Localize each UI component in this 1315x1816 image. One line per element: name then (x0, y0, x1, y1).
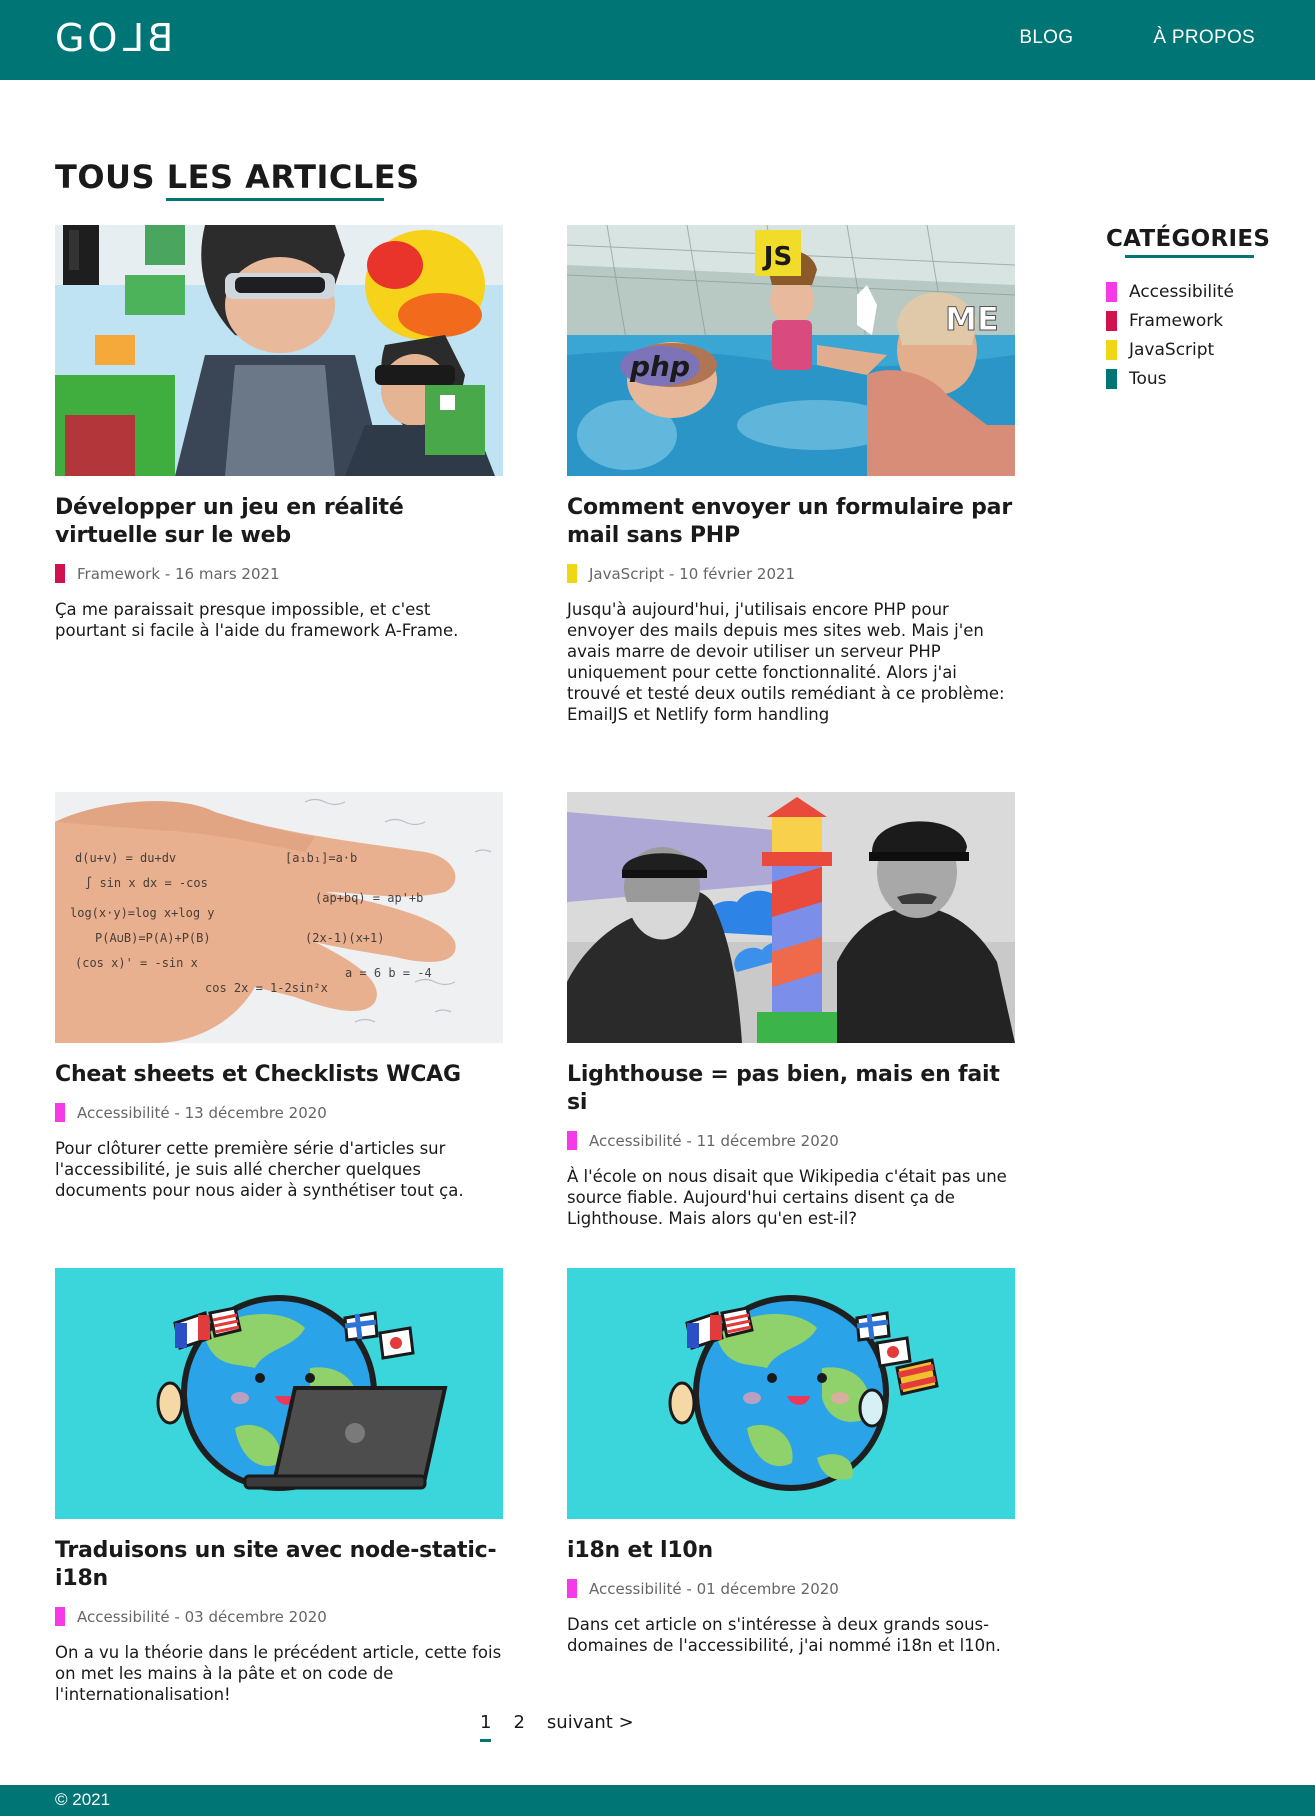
article-date: 03 décembre 2020 (184, 1607, 327, 1626)
category-label[interactable]: JavaScript (1129, 340, 1214, 360)
category-swatch (1106, 310, 1117, 331)
category-label[interactable]: Tous (1129, 369, 1167, 389)
article-date: 13 décembre 2020 (184, 1103, 327, 1122)
category-label[interactable]: Framework (1129, 311, 1223, 331)
article-card[interactable]: Lighthouse = pas bien, mais en fait si A… (567, 792, 1015, 1229)
globe-flags-image[interactable] (567, 1268, 1015, 1519)
article-meta: Accessibilité - 13 décembre 2020 (55, 1103, 503, 1122)
category-swatch (567, 1579, 577, 1598)
category-item-accessibilite[interactable]: Accessibilité (1106, 277, 1234, 306)
categories-title-underline (1125, 255, 1254, 258)
vr-headset-image[interactable] (55, 225, 503, 476)
category-swatch (567, 564, 577, 583)
article-excerpt: Dans cet article on s'intéresse à deux g… (567, 1615, 1001, 1655)
article-card[interactable]: i18n et l10n Accessibilité - 01 décembre… (567, 1268, 1015, 1656)
article-excerpt: Pour clôturer cette première série d'art… (55, 1139, 464, 1200)
article-date: 01 décembre 2020 (696, 1579, 839, 1598)
article-category: JavaScript (589, 564, 665, 583)
svg-text:cos 2x = 1-2sin²x: cos 2x = 1-2sin²x (205, 981, 328, 995)
article-excerpt: Ça me paraissait presque impossible, et … (55, 600, 459, 640)
category-swatch (55, 1103, 65, 1122)
page-1-link[interactable]: 1 (480, 1712, 492, 1742)
pagination: 1 2 suivant > (480, 1712, 634, 1742)
categories-title: CATÉGORIES (1106, 226, 1271, 252)
article-card[interactable]: php JS ME Comment envoyer un formulaire … (567, 225, 1015, 725)
copyright-text: © 2021 (55, 1790, 111, 1809)
article-category: Framework (77, 564, 161, 583)
article-meta: Accessibilité - 03 décembre 2020 (55, 1607, 503, 1626)
nav-blog-link[interactable]: BLOG (1019, 27, 1073, 49)
page-title-underline (166, 198, 384, 201)
site-footer: © 2021 (0, 1785, 1315, 1816)
svg-text:log(x·y)=log x+log y: log(x·y)=log x+log y (70, 906, 215, 920)
next-page-link[interactable]: suivant > (547, 1712, 634, 1742)
svg-text:a = 6 b = -4: a = 6 b = -4 (345, 966, 432, 980)
category-item-framework[interactable]: Framework (1106, 306, 1234, 335)
article-date: 11 décembre 2020 (696, 1131, 839, 1150)
article-title[interactable]: Développer un jeu en réalité virtuelle s… (55, 494, 503, 550)
category-item-javascript[interactable]: JavaScript (1106, 335, 1234, 364)
site-header: GO BL BLOG À PROPOS (0, 0, 1315, 80)
article-meta: Accessibilité - 11 décembre 2020 (567, 1131, 1015, 1150)
page-2-link[interactable]: 2 (513, 1712, 524, 1742)
pool-meme-image[interactable]: php JS ME (567, 225, 1015, 476)
svg-text:P(A∪B)=P(A)+P(B): P(A∪B)=P(A)+P(B) (95, 931, 211, 945)
nav-about-link[interactable]: À PROPOS (1153, 27, 1255, 49)
category-swatch (1106, 281, 1117, 302)
js-label: JS (762, 242, 792, 272)
article-card[interactable]: d(u+v) = du+dv ∫ sin x dx = -cos log(x·y… (55, 792, 503, 1201)
svg-text:[a₁b₁]=a·b: [a₁b₁]=a·b (285, 851, 357, 865)
article-category: Accessibilité (589, 1579, 682, 1598)
site-logo[interactable]: GO BL (55, 16, 174, 60)
category-swatch (1106, 368, 1117, 389)
article-title[interactable]: Lighthouse = pas bien, mais en fait si (567, 1061, 1015, 1117)
article-category: Accessibilité (77, 1103, 170, 1122)
hand-notes-image[interactable]: d(u+v) = du+dv ∫ sin x dx = -cos log(x·y… (55, 792, 503, 1043)
article-meta: JavaScript - 10 février 2021 (567, 564, 1015, 583)
svg-text:d(u+v) = du+dv: d(u+v) = du+dv (75, 851, 176, 865)
article-meta: Framework - 16 mars 2021 (55, 564, 503, 583)
category-swatch (55, 564, 65, 583)
article-title[interactable]: Traduisons un site avec node-static-i18n (55, 1537, 503, 1593)
category-swatch (567, 1131, 577, 1150)
page-title: TOUS LES ARTICLES (55, 158, 420, 196)
article-card[interactable]: Traduisons un site avec node-static-i18n… (55, 1268, 503, 1705)
article-category: Accessibilité (77, 1607, 170, 1626)
article-title[interactable]: Cheat sheets et Checklists WCAG (55, 1061, 503, 1089)
category-swatch (55, 1607, 65, 1626)
svg-text:(cos x)' = -sin x: (cos x)' = -sin x (75, 956, 198, 970)
lighthouse-image[interactable] (567, 792, 1015, 1043)
article-title[interactable]: i18n et l10n (567, 1537, 1015, 1565)
category-swatch (1106, 339, 1117, 360)
article-card[interactable]: Développer un jeu en réalité virtuelle s… (55, 225, 503, 641)
article-excerpt: Jusqu'à aujourd'hui, j'utilisais encore … (567, 600, 1005, 724)
article-date: 16 mars 2021 (175, 564, 280, 583)
main-nav: BLOG À PROPOS (1019, 27, 1255, 49)
article-meta: Accessibilité - 01 décembre 2020 (567, 1579, 1015, 1598)
article-excerpt: On a vu la théorie dans le précédent art… (55, 1643, 502, 1704)
article-category: Accessibilité (589, 1131, 682, 1150)
article-excerpt: À l'école on nous disait que Wikipedia c… (567, 1167, 1007, 1228)
svg-text:∫ sin x dx = -cos: ∫ sin x dx = -cos (85, 876, 208, 890)
php-label: php (629, 350, 690, 383)
svg-text:(2x-1)(x+1): (2x-1)(x+1) (305, 931, 384, 945)
article-date: 10 février 2021 (679, 564, 796, 583)
categories-list: Accessibilité Framework JavaScript Tous (1106, 277, 1234, 393)
me-label: ME (945, 300, 999, 338)
svg-text:(ap+bq) = ap'+b: (ap+bq) = ap'+b (315, 891, 423, 905)
category-item-tous[interactable]: Tous (1106, 364, 1234, 393)
article-title[interactable]: Comment envoyer un formulaire par mail s… (567, 494, 1015, 550)
globe-laptop-image[interactable] (55, 1268, 503, 1519)
category-label[interactable]: Accessibilité (1129, 282, 1234, 302)
logo-text-right: BL (120, 16, 174, 60)
logo-text-left: GO (55, 16, 121, 60)
